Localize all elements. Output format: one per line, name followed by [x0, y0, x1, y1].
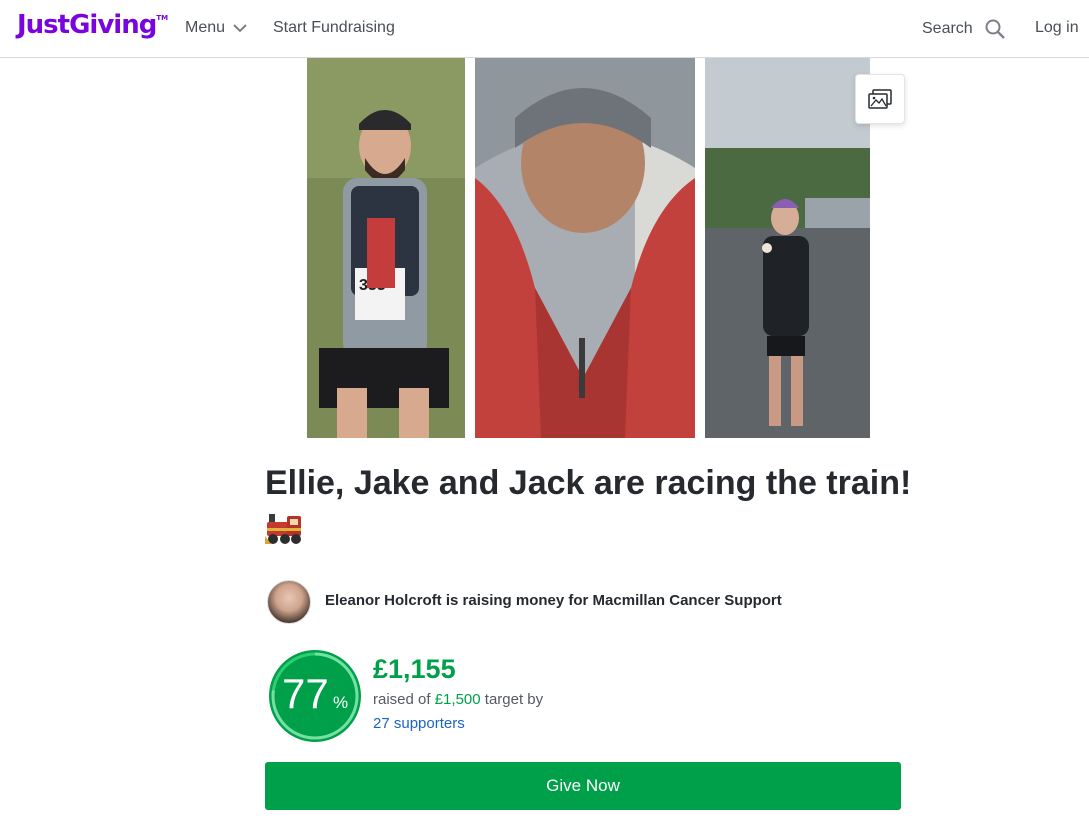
login-link[interactable]: Log in: [1035, 19, 1079, 37]
hero-image-collage[interactable]: 333: [307, 58, 870, 438]
hero-photo-red-coat: [475, 58, 695, 438]
search-label: Search: [922, 20, 973, 37]
train-icon: [265, 510, 303, 551]
raised-prefix: raised of: [373, 691, 431, 708]
logo-trademark: TM: [156, 14, 169, 22]
top-nav: JustGivingTM Menu Start Fundraising Sear…: [0, 0, 1089, 58]
give-now-button[interactable]: Give Now: [265, 762, 901, 810]
progress-percent: 77: [282, 670, 329, 717]
raised-summary: raised of £1,500 target by: [373, 691, 543, 708]
organiser-text: Eleanor Holcroft is raising money for Ma…: [325, 592, 782, 609]
logo-text: JustGiving: [17, 10, 157, 40]
menu-button[interactable]: Menu: [185, 19, 247, 37]
page-title: Ellie, Jake and Jack are racing the trai…: [265, 464, 912, 502]
avatar[interactable]: [267, 580, 311, 624]
gallery-button[interactable]: [855, 74, 905, 124]
search-icon: [985, 19, 1005, 39]
supporters-link[interactable]: 27 supporters: [373, 715, 465, 732]
hero-photo-ice-cream: [705, 58, 870, 438]
raised-amount: £1,155: [373, 654, 456, 684]
search-button[interactable]: Search: [922, 19, 1005, 39]
chevron-down-icon: [233, 23, 247, 32]
progress-percent-sign: %: [333, 693, 349, 712]
start-fundraising-link[interactable]: Start Fundraising: [273, 19, 395, 37]
image-gallery-icon: [868, 89, 892, 109]
hero-photo-runner: 333: [307, 58, 465, 438]
menu-label: Menu: [185, 19, 226, 36]
target-amount: £1,500: [434, 691, 481, 708]
raised-suffix: target by: [484, 691, 544, 708]
justgiving-logo[interactable]: JustGivingTM: [17, 10, 168, 40]
